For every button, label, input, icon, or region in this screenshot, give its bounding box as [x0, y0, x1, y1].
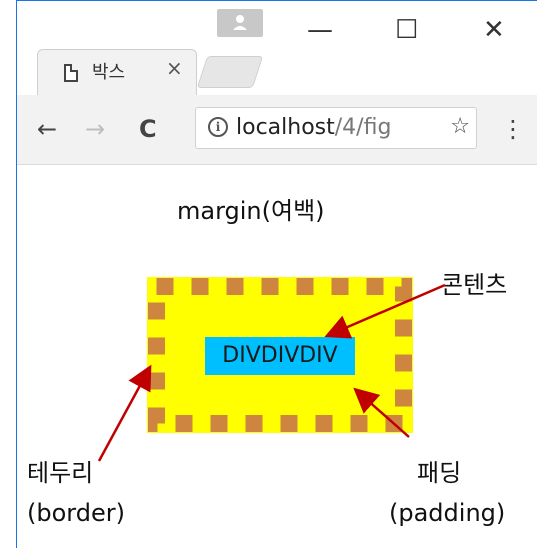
browser-tab[interactable]: 박스 ×: [37, 49, 197, 95]
back-icon[interactable]: ←: [37, 115, 57, 143]
person-icon: [231, 13, 249, 31]
url-path: /4/fig: [334, 115, 392, 140]
arrows-layer: [97, 283, 446, 462]
document-icon: [64, 64, 78, 82]
border-arrow: [97, 364, 152, 462]
profile-avatar[interactable]: [217, 9, 263, 37]
forward-icon[interactable]: →: [85, 115, 105, 143]
address-bar[interactable]: i localhost/4/fig ☆: [195, 107, 477, 149]
tab-strip: 박스 ×: [17, 41, 537, 95]
page-content: margin(여백) DIVDIVDIV 콘텐츠 테두리 (border) 패딩…: [17, 165, 537, 549]
new-tab-button[interactable]: [196, 56, 264, 88]
browser-toolbar: ← → C i localhost/4/fig ☆ ⋮: [17, 95, 537, 165]
tab-close-icon[interactable]: ×: [166, 56, 183, 80]
url-text: localhost/4/fig: [236, 115, 391, 140]
menu-icon[interactable]: ⋮: [501, 115, 525, 143]
padding-arrow: [353, 387, 410, 438]
bookmark-star-icon[interactable]: ☆: [450, 114, 470, 139]
content-arrow: [324, 283, 446, 339]
url-host: localhost: [236, 115, 335, 140]
reload-icon[interactable]: C: [139, 115, 157, 143]
info-icon[interactable]: i: [208, 117, 228, 137]
tab-title: 박스: [92, 62, 126, 83]
browser-window: — ☐ ✕ 박스 × ← → C i localhost/4/fig ☆ ⋮ m…: [16, 0, 537, 549]
